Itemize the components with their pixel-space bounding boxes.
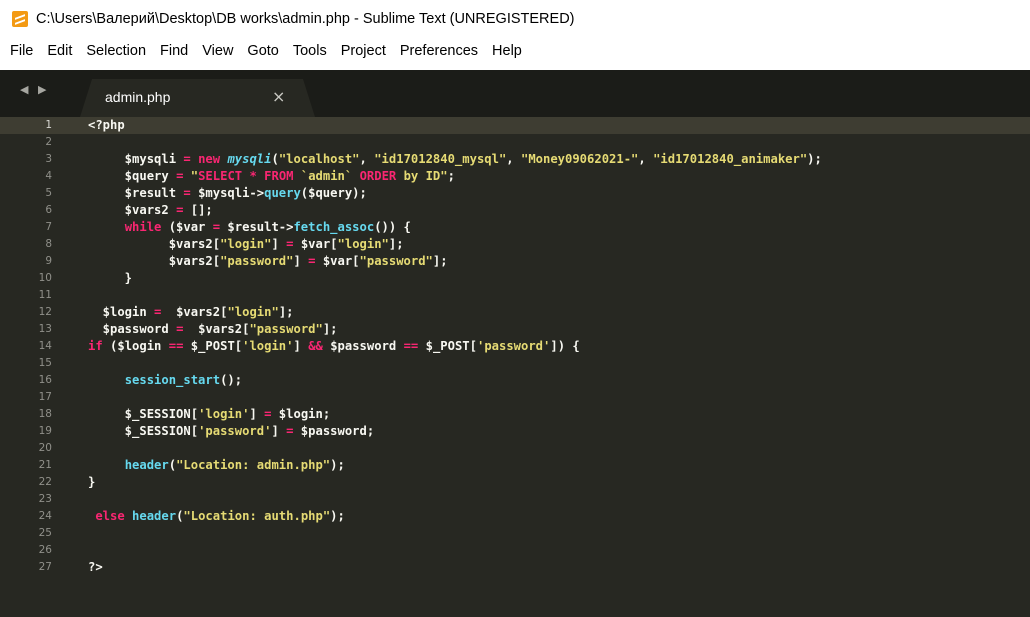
tab-label: admin.php [105, 89, 171, 105]
line-code: session_start(); [124, 373, 243, 387]
menu-preferences[interactable]: Preferences [393, 41, 485, 61]
code-line[interactable]: 24 else header("Location: auth.php"); [0, 508, 1030, 525]
code-line[interactable]: 16 session_start(); [0, 372, 1030, 389]
line-code: header("Location: admin.php"); [124, 458, 345, 472]
close-icon[interactable]: × [272, 87, 285, 106]
code-line[interactable]: 7 while ($var = $result->fetch_assoc()) … [0, 219, 1030, 236]
line-number: 10 [38, 272, 52, 284]
code-line[interactable]: 6 $vars2 = []; [0, 202, 1030, 219]
line-number: 26 [38, 544, 52, 556]
code-line[interactable]: 11 [0, 287, 1030, 304]
line-code: $query = "SELECT * FROM `admin` ORDER by… [88, 169, 455, 183]
title-bar: C:\Users\Валерий\Desktop\DB works\admin.… [0, 0, 1030, 38]
line-number: 18 [38, 408, 52, 420]
line-number: 19 [38, 425, 52, 437]
line-number: 2 [45, 136, 52, 148]
line-code: $vars2["password"] = $var["password"]; [88, 254, 448, 268]
line-code: } [88, 271, 133, 285]
code-line[interactable]: 21 header("Location: admin.php"); [0, 457, 1030, 474]
menu-help[interactable]: Help [485, 41, 529, 61]
line-number: 23 [38, 493, 52, 505]
tab-nav-arrows-icon[interactable]: ◀ ▶ [20, 83, 49, 96]
code-line[interactable]: 20 [0, 440, 1030, 457]
line-number: 21 [38, 459, 52, 471]
code-editor[interactable]: 1 <?php 2 3 $mysqli = new mysqli("localhost… [0, 117, 1030, 617]
line-number: 22 [38, 476, 52, 488]
window-title: C:\Users\Валерий\Desktop\DB works\admin.… [36, 11, 575, 27]
line-number: 15 [38, 357, 52, 369]
code-line[interactable]: 12 $login = $vars2["login"]; [0, 304, 1030, 321]
code-line[interactable]: 3 $mysqli = new mysqli("localhost", "id1… [0, 151, 1030, 168]
menu-goto[interactable]: Goto [240, 41, 285, 61]
line-number: 25 [38, 527, 52, 539]
line-code: $_SESSION['password'] = $password; [88, 424, 375, 438]
line-code: ?> [88, 560, 103, 574]
code-line[interactable]: 9 $vars2["password"] = $var["password"]; [0, 253, 1030, 270]
code-line[interactable]: 1 <?php [0, 117, 1030, 134]
line-number: 4 [45, 170, 52, 182]
line-number: 24 [38, 510, 52, 522]
code-line[interactable]: 23 [0, 491, 1030, 508]
line-number: 27 [38, 561, 52, 573]
line-number: 5 [45, 187, 52, 199]
line-number: 14 [38, 340, 52, 352]
line-number: 11 [38, 289, 52, 301]
line-code: $vars2 = []; [88, 203, 213, 217]
code-line[interactable]: 15 [0, 355, 1030, 372]
line-code: <?php [88, 118, 125, 132]
line-number: 1 [45, 119, 52, 131]
sublime-text-icon [12, 11, 28, 27]
line-number: 12 [38, 306, 52, 318]
code-line[interactable]: 26 [0, 542, 1030, 559]
code-line[interactable]: 25 [0, 525, 1030, 542]
line-number: 7 [45, 221, 52, 233]
menu-find[interactable]: Find [153, 41, 195, 61]
menu-view[interactable]: View [195, 41, 240, 61]
tab-bar: ◀ ▶ admin.php × [0, 70, 1030, 117]
tab-admin-php[interactable]: admin.php × [80, 79, 315, 117]
menu-edit[interactable]: Edit [40, 41, 79, 61]
menu-file[interactable]: File [0, 41, 40, 61]
code-line[interactable]: 8 $vars2["login"] = $var["login"]; [0, 236, 1030, 253]
line-code: $password = $vars2["password"]; [88, 322, 338, 336]
menu-tools[interactable]: Tools [286, 41, 334, 61]
line-code: $mysqli = new mysqli("localhost", "id170… [88, 152, 822, 166]
line-code: if ($login == $_POST['login'] && $passwo… [88, 339, 580, 353]
line-code: $vars2["login"] = $var["login"]; [88, 237, 404, 251]
menu-bar: File Edit Selection Find View Goto Tools… [0, 38, 1030, 64]
line-code: else header("Location: auth.php"); [95, 509, 345, 523]
line-code: while ($var = $result->fetch_assoc()) { [124, 220, 411, 234]
code-line[interactable]: 13 $password = $vars2["password"]; [0, 321, 1030, 338]
line-code: $result = $mysqli->query($query); [88, 186, 367, 200]
line-number: 17 [38, 391, 52, 403]
code-line[interactable]: 19 $_SESSION['password'] = $password; [0, 423, 1030, 440]
line-number: 20 [38, 442, 52, 454]
line-code: $login = $vars2["login"]; [88, 305, 294, 319]
line-number: 6 [45, 204, 52, 216]
code-line[interactable]: 4 $query = "SELECT * FROM `admin` ORDER … [0, 168, 1030, 185]
code-line[interactable]: 2 [0, 134, 1030, 151]
line-code: $_SESSION['login'] = $login; [88, 407, 331, 421]
line-number: 8 [45, 238, 52, 250]
code-line[interactable]: 18 $_SESSION['login'] = $login; [0, 406, 1030, 423]
code-line[interactable]: 5 $result = $mysqli->query($query); [0, 185, 1030, 202]
code-line[interactable]: 10 } [0, 270, 1030, 287]
code-line[interactable]: 17 [0, 389, 1030, 406]
code-line[interactable]: 27 ?> [0, 559, 1030, 576]
code-line[interactable]: 14 if ($login == $_POST['login'] && $pass… [0, 338, 1030, 355]
line-number: 9 [45, 255, 52, 267]
code-line[interactable]: 22} [0, 474, 1030, 491]
line-number: 3 [45, 153, 52, 165]
line-code: } [88, 475, 96, 489]
menu-project[interactable]: Project [334, 41, 393, 61]
menu-selection[interactable]: Selection [79, 41, 153, 61]
line-number: 13 [38, 323, 52, 335]
line-number: 16 [38, 374, 52, 386]
